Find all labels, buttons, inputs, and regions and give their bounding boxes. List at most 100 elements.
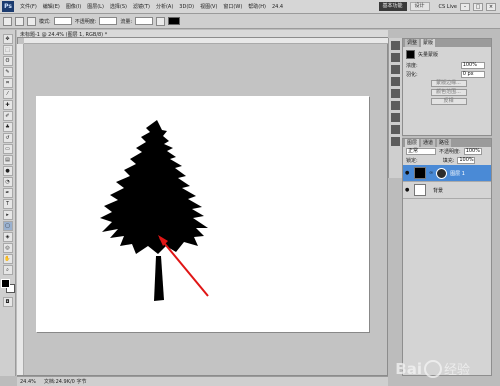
tab-masks[interactable]: 蒙版 <box>421 39 436 47</box>
close-icon[interactable]: × <box>486 2 496 11</box>
marquee-tool-icon[interactable]: ⬚ <box>2 45 13 55</box>
photoshop-logo: Ps <box>2 1 14 12</box>
eye-icon[interactable]: ● <box>405 170 411 176</box>
healing-tool-icon[interactable]: ✚ <box>2 100 13 110</box>
workspace-design-button[interactable]: 设计 <box>409 2 430 11</box>
3d-rotate-tool-icon[interactable]: ◈ <box>2 232 13 242</box>
invert-button[interactable]: 反相 <box>430 98 467 105</box>
layer-thumbnail <box>414 184 426 196</box>
layer-opacity-label: 不透明度: <box>439 149 461 155</box>
zoom-tool-icon[interactable]: ⌕ <box>2 265 13 275</box>
horizontal-ruler <box>24 38 388 44</box>
brush-panel-icon[interactable] <box>27 16 36 26</box>
menu-filter[interactable]: 滤镜(T) <box>133 3 150 10</box>
menu-window[interactable]: 窗口(W) <box>223 3 242 10</box>
blend-opacity-row: 正常 不透明度: 100% <box>403 147 491 156</box>
menu-analysis[interactable]: 分析(A) <box>156 3 173 10</box>
cs-live-button[interactable]: CS Live <box>439 4 457 10</box>
annotation-arrow-line <box>159 237 209 297</box>
blend-mode-select[interactable]: 正常 <box>406 148 436 155</box>
menu-3d[interactable]: 3D(D) <box>179 4 194 10</box>
fill-field[interactable]: 100% <box>457 157 476 164</box>
brush-tool-icon[interactable]: ✐ <box>2 111 13 121</box>
menu-select[interactable]: 选择(S) <box>110 3 127 10</box>
styles-panel-icon[interactable] <box>391 89 400 98</box>
menu-help[interactable]: 帮助(H) <box>248 3 266 10</box>
brush-size-icon[interactable] <box>15 16 24 26</box>
stamp-tool-icon[interactable]: ♣ <box>2 122 13 132</box>
foreground-color-swatch[interactable] <box>0 279 10 288</box>
history-brush-tool-icon[interactable]: ↺ <box>2 133 13 143</box>
menu-image[interactable]: 图像(I) <box>66 3 81 10</box>
layer-row-layer1[interactable]: ● ∞ 图层 1 <box>403 165 491 182</box>
masks-panel-icon[interactable] <box>391 113 400 122</box>
vertical-ruler <box>17 44 24 375</box>
link-icon: ∞ <box>429 170 434 176</box>
history-panel-icon[interactable] <box>391 41 400 50</box>
swatches-panel-icon[interactable] <box>391 77 400 86</box>
color-swatch[interactable] <box>168 17 181 25</box>
minimize-icon[interactable]: – <box>460 2 470 11</box>
masks-panel: 调整 蒙版 矢量蒙版 浓度: 100% 羽化: 0 px 蒙版边缘... 颜色范… <box>402 38 492 136</box>
eye-icon[interactable]: ● <box>405 187 411 193</box>
workspace-essentials-button[interactable]: 基本功能 <box>378 2 407 11</box>
layer-opacity-field[interactable]: 100% <box>463 148 482 155</box>
mode-label: 模式: <box>39 18 51 25</box>
tab-channels[interactable]: 通道 <box>421 139 436 147</box>
clone-source-panel-icon[interactable] <box>391 137 400 146</box>
tab-adjustments[interactable]: 调整 <box>405 39 420 47</box>
pen-tool-icon[interactable]: ✒ <box>2 188 13 198</box>
maximize-icon[interactable]: □ <box>473 2 483 11</box>
tree-silhouette <box>100 120 208 254</box>
hand-tool-icon[interactable]: ✋ <box>2 254 13 264</box>
baidu-watermark: Bai 经验 <box>395 359 470 378</box>
lasso-tool-icon[interactable]: ʘ <box>2 56 13 66</box>
brush-panel-icon[interactable] <box>391 125 400 134</box>
status-bar: 24.4% 文档:24.9K/0 字节 <box>17 376 388 386</box>
menu-edit[interactable]: 编辑(E) <box>43 3 60 10</box>
eraser-tool-icon[interactable]: ▭ <box>2 144 13 154</box>
mode-select[interactable] <box>53 17 72 25</box>
vector-mask-icon[interactable] <box>436 167 448 179</box>
layers-panel-tabs: 图层 通道 路径 <box>403 139 491 147</box>
lock-label: 锁定: <box>406 158 418 164</box>
flow-field[interactable] <box>135 17 154 25</box>
menu-layer[interactable]: 图层(L) <box>87 3 104 10</box>
type-tool-icon[interactable]: T <box>2 199 13 209</box>
color-picker[interactable] <box>0 279 15 293</box>
status-zoom[interactable]: 24.4% <box>20 379 36 385</box>
actions-panel-icon[interactable] <box>391 53 400 62</box>
airbrush-icon[interactable] <box>156 16 166 26</box>
shape-tool-icon[interactable]: ▢ <box>2 221 13 231</box>
layer-row-background[interactable]: ● 背景 <box>403 182 491 199</box>
path-select-tool-icon[interactable]: ▸ <box>2 210 13 220</box>
zoom-level[interactable]: 24.4 <box>272 4 283 10</box>
feather-row: 羽化: 0 px <box>403 70 491 79</box>
quick-select-tool-icon[interactable]: ✎ <box>2 67 13 77</box>
brush-preset-icon[interactable] <box>3 16 12 26</box>
3d-camera-tool-icon[interactable]: ◎ <box>2 243 13 253</box>
feather-field[interactable]: 0 px <box>460 71 485 78</box>
density-field[interactable]: 100% <box>460 62 485 69</box>
color-panel-icon[interactable] <box>391 65 400 74</box>
tools-panel: ✥ ⬚ ʘ ✎ ⌗ ⁄ ✚ ✐ ♣ ↺ ▭ ▤ ● ◔ ✒ T ▸ ▢ ◈ ◎ … <box>0 30 16 376</box>
canvas[interactable] <box>36 96 369 332</box>
color-range-button[interactable]: 颜色范围... <box>430 89 467 96</box>
mask-edge-button[interactable]: 蒙版边缘... <box>430 80 467 87</box>
move-tool-icon[interactable]: ✥ <box>2 34 13 44</box>
gradient-tool-icon[interactable]: ▤ <box>2 155 13 165</box>
tab-paths[interactable]: 路径 <box>437 139 452 147</box>
quick-mask-icon[interactable]: ◘ <box>2 297 13 307</box>
dodge-tool-icon[interactable]: ◔ <box>2 177 13 187</box>
blur-tool-icon[interactable]: ● <box>2 166 13 176</box>
tab-layers[interactable]: 图层 <box>405 139 420 147</box>
menu-view[interactable]: 视图(V) <box>200 3 217 10</box>
eyedropper-tool-icon[interactable]: ⁄ <box>2 89 13 99</box>
status-doc-info: 文档:24.9K/0 字节 <box>43 379 87 385</box>
menu-bar: Ps 文件(F) 编辑(E) 图像(I) 图层(L) 选择(S) 滤镜(T) 分… <box>0 0 500 14</box>
adjustments-panel-icon[interactable] <box>391 101 400 110</box>
watermark-text: Bai <box>395 359 422 378</box>
crop-tool-icon[interactable]: ⌗ <box>2 78 13 88</box>
opacity-field[interactable] <box>99 17 118 25</box>
menu-file[interactable]: 文件(F) <box>20 3 37 10</box>
